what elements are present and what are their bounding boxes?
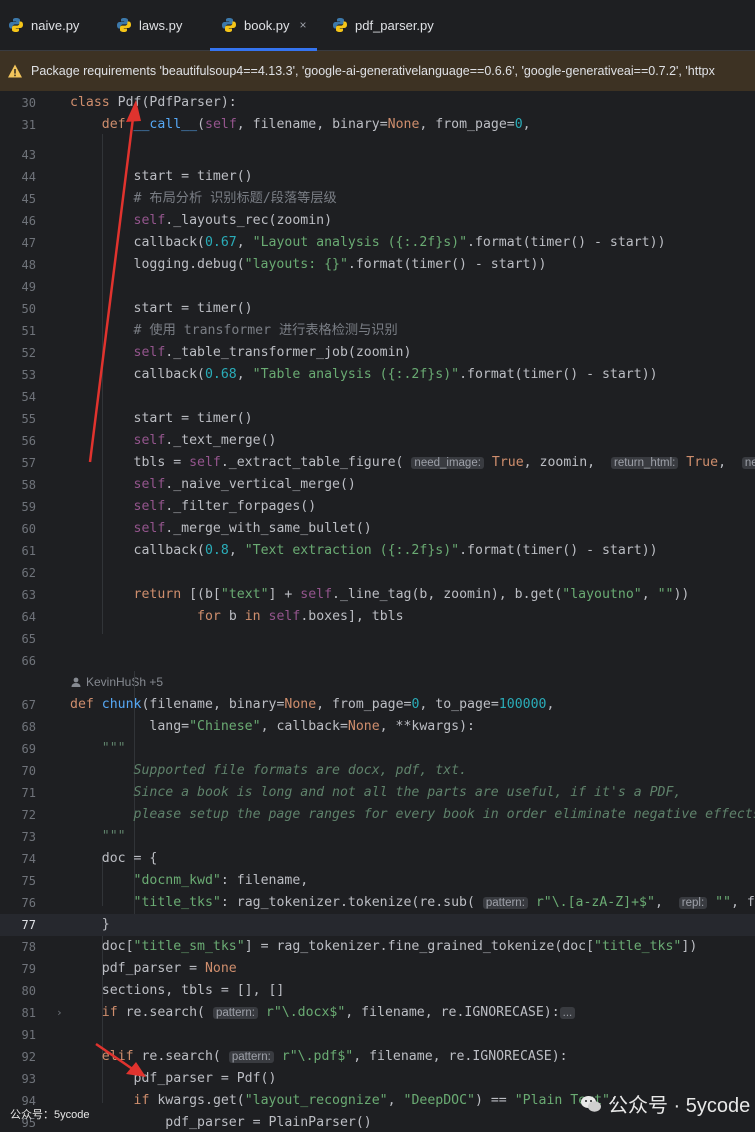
annotation-layer bbox=[88, 100, 146, 1077]
watermark-corner: 公众号：5ycode bbox=[10, 1109, 90, 1121]
annotation-arrow bbox=[88, 100, 141, 463]
watermark-brand-text: 公众号 · 5ycode bbox=[608, 1095, 751, 1117]
wechat-icon bbox=[581, 1095, 601, 1112]
watermark-brand: 公众号 · 5ycode bbox=[580, 1089, 750, 1118]
annotation-arrow bbox=[95, 1042, 146, 1077]
